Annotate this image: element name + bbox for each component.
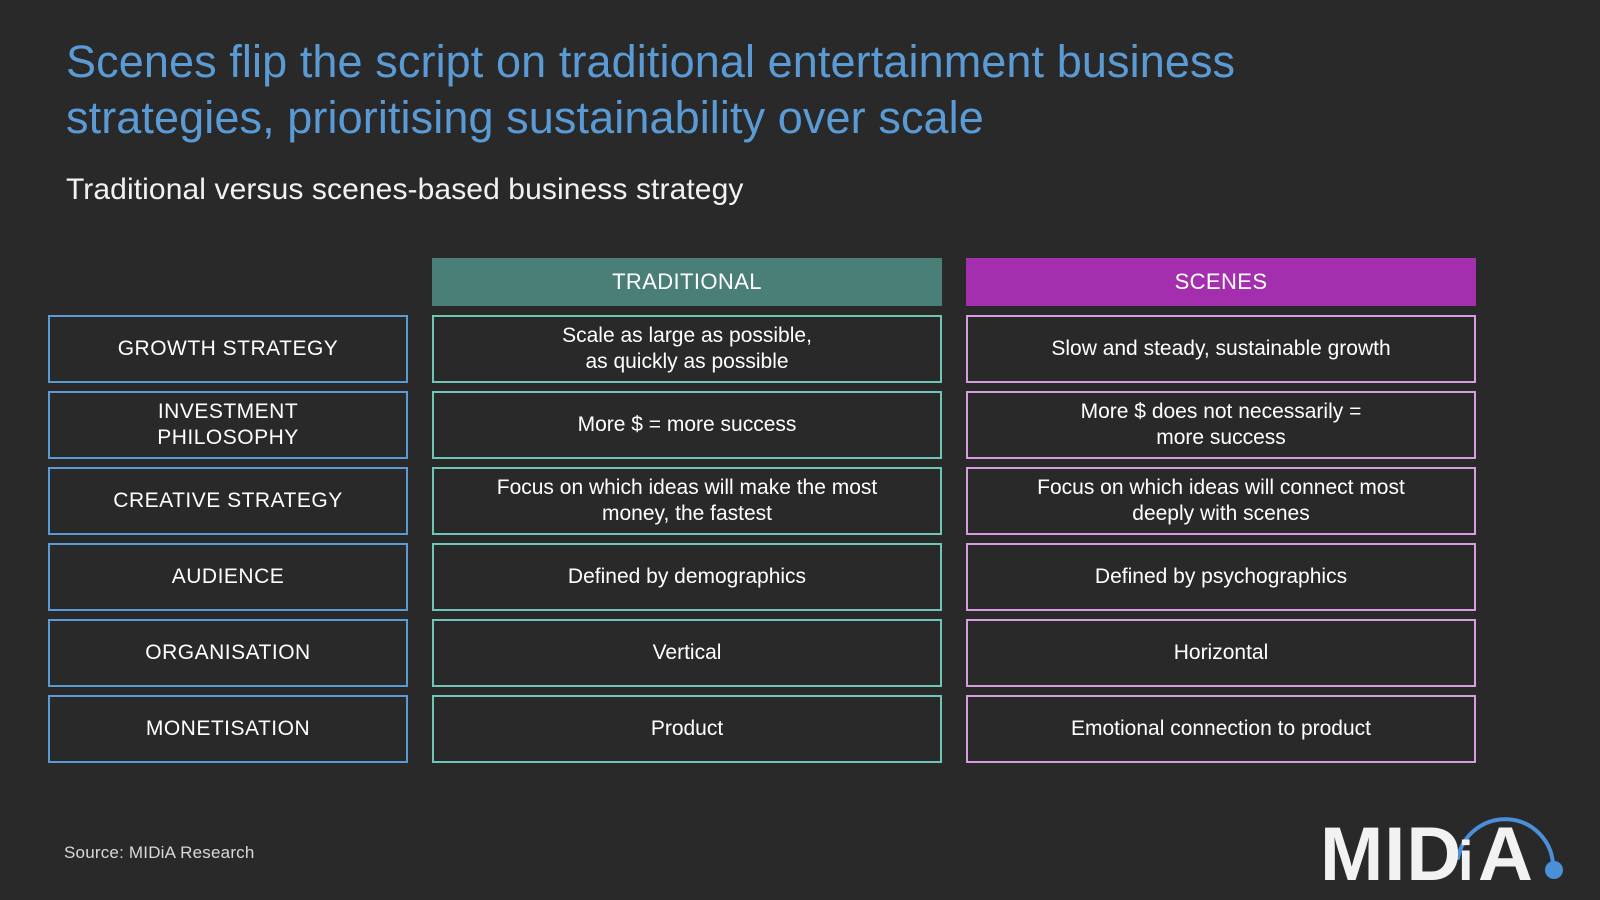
table-row: INVESTMENT PHILOSOPHY More $ = more succ… xyxy=(48,391,1488,459)
row-label-investment-philosophy: INVESTMENT PHILOSOPHY xyxy=(48,391,408,459)
row-label-creative-strategy: CREATIVE STRATEGY xyxy=(48,467,408,535)
table-row: AUDIENCE Defined by demographics Defined… xyxy=(48,543,1488,611)
table-row: MONETISATION Product Emotional connectio… xyxy=(48,695,1488,763)
table-row: ORGANISATION Vertical Horizontal xyxy=(48,619,1488,687)
svg-text:A: A xyxy=(1478,812,1533,892)
svg-text:i: i xyxy=(1458,829,1474,892)
cell-traditional-monetisation: Product xyxy=(432,695,942,763)
slide-header: Scenes flip the script on traditional en… xyxy=(66,34,1486,207)
cell-scenes-monetisation: Emotional connection to product xyxy=(966,695,1476,763)
table-header-scenes: SCENES xyxy=(966,258,1476,306)
row-label-audience: AUDIENCE xyxy=(48,543,408,611)
midia-logo: MID i A xyxy=(1310,792,1580,897)
row-label-growth-strategy: GROWTH STRATEGY xyxy=(48,315,408,383)
cell-scenes-organisation: Horizontal xyxy=(966,619,1476,687)
page-subtitle: Traditional versus scenes-based business… xyxy=(66,172,744,206)
svg-text:MID: MID xyxy=(1320,812,1462,892)
cell-scenes-investment-philosophy: More $ does not necessarily = more succe… xyxy=(966,391,1476,459)
cell-traditional-organisation: Vertical xyxy=(432,619,942,687)
table-header-traditional: TRADITIONAL xyxy=(432,258,942,306)
cell-traditional-creative-strategy: Focus on which ideas will make the most … xyxy=(432,467,942,535)
table-row: GROWTH STRATEGY Scale as large as possib… xyxy=(48,315,1488,383)
table-header-row: TRADITIONAL SCENES xyxy=(48,258,1488,306)
cell-traditional-audience: Defined by demographics xyxy=(432,543,942,611)
table-row: CREATIVE STRATEGY Focus on which ideas w… xyxy=(48,467,1488,535)
midia-arc-logo-icon: MID i A xyxy=(1320,812,1563,897)
comparison-table: TRADITIONAL SCENES GROWTH STRATEGY Scale… xyxy=(48,258,1488,771)
row-label-organisation: ORGANISATION xyxy=(48,619,408,687)
cell-scenes-growth-strategy: Slow and steady, sustainable growth xyxy=(966,315,1476,383)
table-header-label-spacer xyxy=(48,258,408,306)
cell-traditional-investment-philosophy: More $ = more success xyxy=(432,391,942,459)
source-note: Source: MIDiA Research xyxy=(64,843,255,862)
cell-traditional-growth-strategy: Scale as large as possible, as quickly a… xyxy=(432,315,942,383)
row-label-monetisation: MONETISATION xyxy=(48,695,408,763)
page-title: Scenes flip the script on traditional en… xyxy=(66,36,1236,144)
cell-scenes-audience: Defined by psychographics xyxy=(966,543,1476,611)
cell-scenes-creative-strategy: Focus on which ideas will connect most d… xyxy=(966,467,1476,535)
